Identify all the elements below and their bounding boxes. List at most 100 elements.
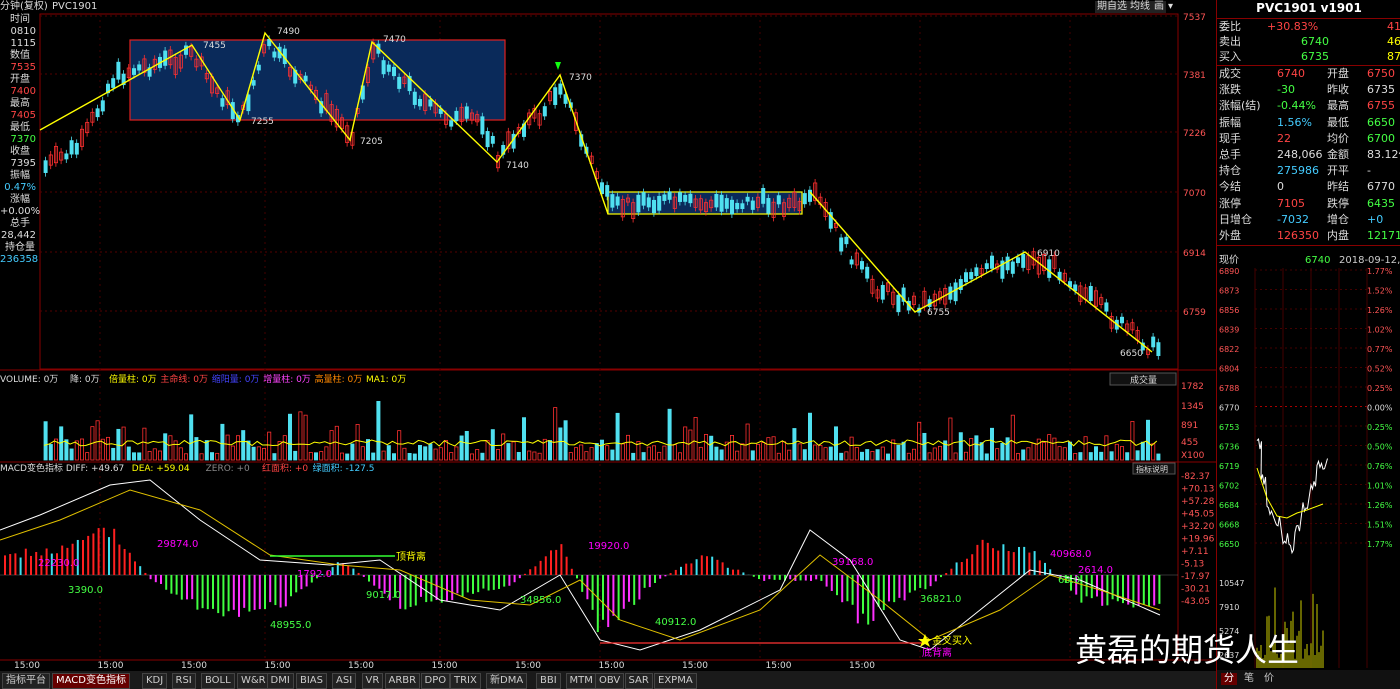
macd-tick: +19.96	[1181, 535, 1215, 545]
volume-bar	[860, 451, 865, 461]
bid-row[interactable]: 买入 6735 87	[1217, 49, 1400, 64]
volume-bar	[360, 446, 365, 461]
macd-bar	[378, 575, 381, 589]
candle-body	[657, 195, 662, 211]
indicator-tab[interactable]: SAR	[624, 673, 653, 689]
macd-bar	[565, 556, 568, 575]
tab-minute[interactable]: 分	[1221, 673, 1237, 685]
indicator-tab[interactable]: MACD变色指标	[52, 673, 130, 689]
volume-bar	[506, 443, 511, 461]
volume-bar	[766, 437, 771, 461]
macd-bar	[466, 575, 469, 593]
volume-bar	[522, 417, 527, 461]
price-tick: 7381	[1183, 71, 1206, 81]
volume-bar	[490, 429, 495, 461]
diff-line	[0, 479, 1161, 651]
macd-bar	[643, 575, 646, 588]
tab-price[interactable]: 价	[1261, 673, 1277, 685]
macd-bar	[82, 539, 84, 575]
volume-bar	[750, 450, 755, 461]
macd-bar	[919, 575, 922, 588]
volume-bar	[1005, 437, 1010, 461]
macd-bar	[700, 555, 703, 575]
indicator-tab[interactable]: ARBR	[384, 673, 421, 689]
indicator-tab[interactable]: BOLL	[201, 673, 235, 689]
intraday-mini-chart[interactable]: 6890 1.77% 6873 1.52% 6856 1.26% 6839 1.02% 6822…	[1217, 268, 1400, 670]
macd-legend-item: ZERO: +0	[206, 464, 250, 474]
indicator-tab[interactable]: TRIX	[450, 673, 481, 689]
macd-bar	[1007, 551, 1010, 575]
macd-bar	[92, 533, 95, 575]
indicator-tab[interactable]: RSI	[171, 673, 196, 689]
candle-body	[449, 120, 454, 127]
volume-bar	[412, 453, 417, 461]
indicator-tab[interactable]: BBI	[536, 673, 561, 689]
macd-value-label: 34856.0	[520, 595, 561, 606]
macd-bar	[607, 575, 610, 628]
time-tick: 15:00	[766, 661, 792, 671]
macd-bar	[596, 575, 599, 633]
volume-bar	[579, 444, 584, 461]
volume-bar	[626, 434, 631, 461]
volume-tick: 891	[1181, 421, 1198, 431]
mini-pct-tick: 1.52%	[1367, 287, 1393, 296]
volume-legend-item: MA1: 0万	[366, 375, 406, 385]
volume-bar	[527, 450, 532, 461]
macd-legend-item: DEA: +59.04	[132, 464, 190, 474]
mini-pct-tick: 1.26%	[1367, 306, 1393, 315]
volume-bar	[267, 431, 272, 461]
indicator-tab[interactable]: DMI	[266, 673, 294, 689]
ask-row[interactable]: 卖出 6740 46	[1217, 34, 1400, 49]
volume-bar	[693, 417, 698, 461]
indicator-tab[interactable]: OBV	[595, 673, 625, 689]
now-price-value: 6740	[1305, 255, 1331, 266]
now-price-label: 现价	[1219, 255, 1239, 266]
indicator-tab[interactable]: ASI	[332, 673, 357, 689]
macd-bar	[570, 568, 573, 575]
volume-bar	[417, 445, 422, 461]
indicator-tab[interactable]: EXPMA	[654, 673, 697, 689]
volume-bar	[1057, 446, 1062, 461]
macd-bar	[1018, 546, 1020, 575]
mini-price-tick: 6736	[1219, 443, 1239, 452]
candle-body	[740, 203, 745, 210]
indicator-tab[interactable]: VR	[361, 673, 384, 689]
macd-bar	[264, 575, 266, 610]
macd-bar	[534, 566, 537, 575]
indicator-tab[interactable]: W&R	[237, 673, 270, 689]
price-axis: 7537 7381 7226 7070 6914 6759	[1183, 13, 1206, 318]
macd-signal-label: 金叉买入	[932, 634, 972, 647]
candle-body	[896, 294, 901, 313]
time-tick: 15:00	[432, 661, 458, 671]
volume-bar	[756, 443, 761, 461]
main-chart[interactable]: 7537 7381 7226 7070 6914 6759 7455 7490 7470 725…	[0, 0, 1216, 671]
macd-tick: +57.28	[1181, 497, 1215, 507]
macd-bar	[128, 552, 131, 575]
indicator-tab[interactable]: MTM	[565, 673, 597, 689]
volume-bar	[990, 427, 995, 461]
macd-value-label: 22230.0	[38, 558, 79, 569]
macd-bar	[737, 569, 740, 575]
macd-legend: MACD变色指标 DIFF: +49.67 DEA: +59.04 ZERO: +0…	[0, 462, 375, 474]
volume-bar	[511, 441, 516, 461]
tab-ticks[interactable]: 笔	[1241, 673, 1257, 685]
indicator-tab[interactable]: BIAS	[296, 673, 327, 689]
volume-bar	[657, 451, 662, 461]
volume-bar	[589, 447, 594, 461]
indicator-tab[interactable]: DPO	[420, 673, 451, 689]
candle-body	[272, 51, 277, 58]
macd-bar	[347, 565, 350, 575]
mini-pct-tick: 0.25%	[1367, 384, 1393, 393]
macd-bar	[544, 556, 547, 575]
indicator-tab[interactable]: 新DMA	[486, 673, 528, 689]
indicator-tab[interactable]: 指标平台	[2, 673, 50, 689]
watermark-text: 黄磊的期货人生	[1075, 631, 1300, 669]
volume-bar	[964, 451, 969, 461]
candle-body	[464, 106, 469, 119]
indicator-tab[interactable]: KDJ	[142, 673, 168, 689]
arrow-down-icon	[555, 62, 561, 70]
macd-bar	[118, 544, 121, 575]
candle-body	[1016, 257, 1021, 264]
volume-bar	[178, 447, 183, 461]
volume-bar	[126, 446, 131, 461]
